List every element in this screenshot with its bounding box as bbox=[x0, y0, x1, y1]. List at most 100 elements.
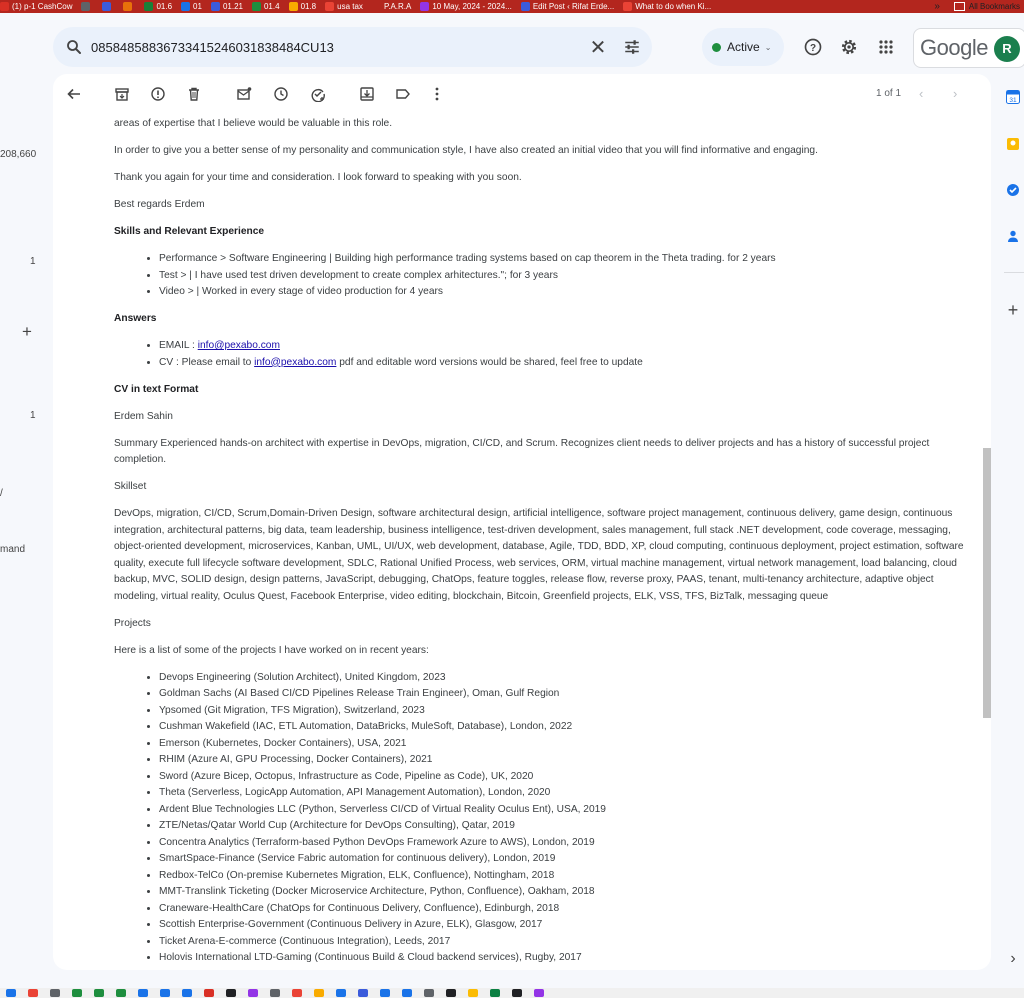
label-tag-icon[interactable] bbox=[395, 86, 411, 102]
get-addons-plus-button[interactable]: + bbox=[1002, 300, 1024, 321]
settings-gear-icon[interactable] bbox=[838, 36, 860, 58]
taskbar-app-icon[interactable] bbox=[512, 989, 522, 997]
email-link[interactable]: info@pexabo.com bbox=[198, 340, 280, 351]
bookmark-label: What to do when Ki... bbox=[635, 2, 712, 11]
taskbar-app-icon[interactable] bbox=[534, 989, 544, 997]
sidebar-item-label[interactable]: mand bbox=[0, 544, 25, 555]
snooze-clock-icon[interactable] bbox=[273, 86, 289, 102]
expand-panel-chevron-icon[interactable]: › bbox=[1002, 950, 1024, 968]
taskbar-app-icon[interactable] bbox=[94, 989, 104, 997]
taskbar-app-icon[interactable] bbox=[248, 989, 258, 997]
taskbar-app-icon[interactable] bbox=[402, 989, 412, 997]
tasks-icon[interactable] bbox=[1002, 183, 1024, 197]
list-item: Sword (Azure Bicep, Octopus, Infrastruct… bbox=[159, 769, 964, 786]
sidebar-add-label-button[interactable]: + bbox=[22, 322, 32, 342]
bookmark-item[interactable]: 01.8 bbox=[288, 2, 316, 11]
bookmark-favicon-icon bbox=[102, 2, 112, 11]
keep-notes-icon[interactable] bbox=[1002, 137, 1024, 151]
taskbar-app-icon[interactable] bbox=[72, 989, 82, 997]
bookmark-favicon-icon bbox=[181, 2, 191, 11]
bookmark-item[interactable]: 01 bbox=[181, 2, 202, 11]
contacts-icon[interactable] bbox=[1002, 229, 1024, 243]
bookmarks-bar-right: » All Bookmarks bbox=[928, 0, 1024, 13]
delete-trash-icon[interactable] bbox=[186, 86, 202, 102]
taskbar-app-icon[interactable] bbox=[28, 989, 38, 997]
bookmarks-overflow-button[interactable]: » bbox=[934, 1, 940, 12]
bookmark-label: 01.21 bbox=[222, 2, 243, 11]
bookmark-item[interactable]: 01.6 bbox=[144, 2, 172, 11]
bookmark-item[interactable] bbox=[102, 2, 114, 11]
add-to-tasks-icon[interactable] bbox=[310, 86, 326, 102]
taskbar-app-icon[interactable] bbox=[468, 989, 478, 997]
bookmark-label: 10 May, 2024 - 2024... bbox=[432, 2, 512, 11]
bookmark-item[interactable]: 01.4 bbox=[251, 2, 280, 11]
bookmark-item[interactable]: 10 May, 2024 - 2024... bbox=[420, 2, 512, 11]
search-icon[interactable] bbox=[65, 38, 83, 56]
list-item: Performance > Software Engineering | Bui… bbox=[159, 251, 964, 268]
taskbar-app-icon[interactable] bbox=[336, 989, 346, 997]
move-to-icon[interactable] bbox=[359, 86, 375, 102]
list-item: Holovis International LTD-Gaming (Contin… bbox=[159, 950, 964, 967]
list-item: CV : Please email to info@pexabo.com pdf… bbox=[159, 355, 964, 372]
list-item: Theta (Serverless, LogicApp Automation, … bbox=[159, 785, 964, 802]
taskbar-app-icon[interactable] bbox=[446, 989, 456, 997]
older-chevron-right-icon[interactable]: › bbox=[953, 86, 957, 101]
bookmark-item[interactable]: (1) p-1 CashCow bbox=[0, 2, 72, 11]
bookmark-item[interactable]: 01.21 bbox=[210, 2, 243, 11]
clear-search-icon[interactable]: ✕ bbox=[584, 35, 612, 60]
taskbar-app-icon[interactable] bbox=[204, 989, 214, 997]
mail-search-bar[interactable]: 0858485883673341524603183848​4CU13 ✕ bbox=[53, 27, 652, 67]
skills-list: Performance > Software Engineering | Bui… bbox=[114, 251, 964, 301]
taskbar-app-icon[interactable] bbox=[50, 989, 60, 997]
taskbar-app-icon[interactable] bbox=[424, 989, 434, 997]
email-paragraph: Thank you again for your time and consid… bbox=[114, 172, 522, 183]
taskbar-app-icon[interactable] bbox=[292, 989, 302, 997]
taskbar-app-icon[interactable] bbox=[380, 989, 390, 997]
taskbar-app-icon[interactable] bbox=[182, 989, 192, 997]
archive-icon[interactable] bbox=[114, 86, 130, 102]
bookmark-item[interactable]: Edit Post ‹ Rifat Erde... bbox=[520, 2, 614, 11]
bookmark-item[interactable]: What to do when Ki... bbox=[623, 2, 711, 11]
bookmark-item[interactable]: usa tax bbox=[325, 2, 363, 11]
email-link[interactable]: info@pexabo.com bbox=[254, 357, 336, 368]
bookmark-item[interactable] bbox=[81, 2, 93, 11]
taskbar-app-icon[interactable] bbox=[358, 989, 368, 997]
newer-chevron-left-icon[interactable]: ‹ bbox=[919, 86, 923, 101]
projects-list: Devops Engineering (Solution Architect),… bbox=[114, 670, 964, 967]
report-spam-icon[interactable] bbox=[150, 86, 166, 102]
more-options-icon[interactable] bbox=[429, 86, 445, 102]
list-item: Redbox-TelCo (On-premise Kubernetes Migr… bbox=[159, 868, 964, 885]
avatar[interactable]: R bbox=[994, 36, 1020, 62]
status-selector[interactable]: Active ⌄ bbox=[702, 28, 784, 66]
cv-skillset-title: Skillset bbox=[114, 481, 147, 492]
taskbar-app-icon[interactable] bbox=[270, 989, 280, 997]
taskbar-app-icon[interactable] bbox=[116, 989, 126, 997]
calendar-icon[interactable]: 31 bbox=[1002, 90, 1024, 104]
mark-unread-icon[interactable] bbox=[236, 86, 252, 102]
pagination-count: 1 of 1 bbox=[876, 88, 902, 99]
taskbar-app-icon[interactable] bbox=[6, 989, 16, 997]
back-arrow-icon[interactable] bbox=[66, 86, 82, 102]
search-input[interactable]: 0858485883673341524603183848​4CU13 bbox=[91, 40, 584, 55]
bookmarks-bar: (1) p-1 CashCow 01.6 01 01.21 01.4 01.8 usa ta… bbox=[0, 0, 1024, 13]
bookmark-favicon-icon bbox=[81, 2, 91, 11]
list-item: Ticket Arena-E-commerce (Continuous Inte… bbox=[159, 934, 964, 951]
all-bookmarks-link[interactable]: All Bookmarks bbox=[969, 2, 1020, 11]
email-scrollbar[interactable] bbox=[983, 448, 991, 718]
taskbar-app-icon[interactable] bbox=[160, 989, 170, 997]
chevron-down-icon: ⌄ bbox=[764, 42, 772, 52]
status-label: Active bbox=[727, 40, 760, 54]
taskbar-app-icon[interactable] bbox=[490, 989, 500, 997]
taskbar-app-icon[interactable] bbox=[226, 989, 236, 997]
taskbar-app-icon[interactable] bbox=[314, 989, 324, 997]
taskbar-app-icon[interactable] bbox=[138, 989, 148, 997]
bookmark-item[interactable] bbox=[123, 2, 135, 11]
section-heading-skills: Skills and Relevant Experience bbox=[114, 226, 265, 237]
search-options-icon[interactable] bbox=[612, 38, 652, 56]
bookmark-item[interactable]: P.A.R.A bbox=[371, 2, 411, 11]
bookmark-label: 01.6 bbox=[156, 2, 173, 11]
email-view-card: 1 of 1 ‹ › areas of expertise that I bel… bbox=[53, 74, 991, 970]
bookmark-favicon-icon bbox=[210, 2, 220, 11]
apps-grid-icon[interactable] bbox=[875, 36, 897, 58]
help-icon[interactable]: ? bbox=[802, 36, 824, 58]
